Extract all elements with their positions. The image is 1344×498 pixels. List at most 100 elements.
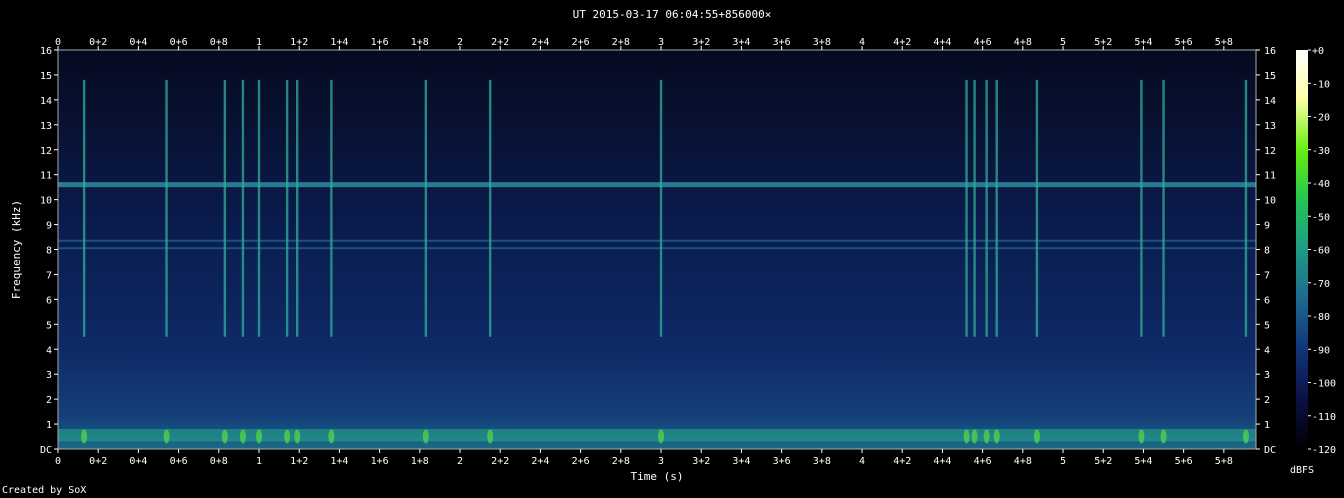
y-tick-label-left: DC: [40, 445, 52, 456]
colorbar-tick-label: -60: [1312, 246, 1330, 257]
x-tick-label-top: 3+2: [692, 37, 710, 48]
x-tick-label-top: 0+8: [210, 37, 228, 48]
click-low-energy: [81, 429, 88, 444]
low-frequency-band: [58, 429, 1256, 442]
x-tick-label-bottom: 1+4: [330, 456, 348, 467]
click-low-energy: [1138, 429, 1145, 444]
x-tick-label-top: 2+8: [612, 37, 630, 48]
y-tick-label-right: DC: [1264, 445, 1276, 456]
y-tick-label-left: 9: [46, 221, 52, 232]
vertical-click: [1035, 79, 1039, 337]
plot-area: [58, 50, 1256, 449]
y-tick-label-left: 6: [46, 295, 52, 306]
click-low-energy: [983, 429, 990, 444]
x-tick-label-top: 3+4: [732, 37, 750, 48]
y-tick-label-right: 6: [1264, 295, 1270, 306]
x-tick-label-top: 0+2: [89, 37, 107, 48]
vertical-click: [985, 79, 988, 337]
vertical-click: [223, 79, 227, 337]
y-tick-label-right: 15: [1264, 71, 1276, 82]
x-tick-label-top: 4+2: [893, 37, 911, 48]
x-tick-label-bottom: 1: [256, 456, 262, 467]
x-tick-label-top: 2+2: [491, 37, 509, 48]
vertical-click: [285, 79, 289, 337]
x-tick-label-bottom: 2: [457, 456, 463, 467]
y-tick-label-right: 7: [1264, 270, 1270, 281]
horizontal-tone-line: [58, 182, 1256, 188]
x-tick-label-top: 3+8: [813, 37, 831, 48]
colorbar-tick-label: -90: [1312, 345, 1330, 356]
x-tick-label-top: 1+6: [371, 37, 389, 48]
colorbar-tick-label: -70: [1312, 279, 1330, 290]
vertical-click: [1244, 79, 1248, 337]
credit-text: Created by SoX: [2, 485, 87, 496]
vertical-click: [165, 79, 168, 337]
x-tick-label-bottom: 2+8: [612, 456, 630, 467]
x-tick-label-top: 5+2: [1094, 37, 1112, 48]
y-tick-label-right: 13: [1264, 121, 1276, 132]
click-low-energy: [1033, 429, 1040, 444]
chart-title: UT 2015-03-17 06:04:55+856000×: [572, 8, 772, 21]
colorbar: +0 -10 -20 -30 -40 -50 -60 -70 -80 -90 -100 -110 -12…: [1290, 46, 1336, 476]
x-tick-label-bottom: 0+2: [89, 456, 107, 467]
click-low-energy: [1242, 429, 1249, 444]
y-tick-label-left: 14: [40, 96, 52, 107]
y-tick-label-right: 2: [1264, 395, 1270, 406]
x-tick-label-top: 4+6: [974, 37, 992, 48]
colorbar-tick-label: -100: [1312, 379, 1336, 390]
colorbar-tick-label: -80: [1312, 312, 1330, 323]
x-tick-label-top: 5+6: [1175, 37, 1193, 48]
y-tick-label-left: 12: [40, 146, 52, 157]
x-tick-label-bottom: 5+8: [1215, 456, 1233, 467]
click-low-energy: [163, 429, 170, 444]
x-tick-label-bottom: 0+8: [210, 456, 228, 467]
y-tick-label-right: 11: [1264, 171, 1276, 182]
colorbar-tick-label: -110: [1312, 412, 1336, 423]
x-tick-label-bottom: 4+2: [893, 456, 911, 467]
x-tick-label-top: 0: [55, 37, 61, 48]
y-tick-label-left: 7: [46, 270, 52, 281]
y-tick-label-left: 15: [40, 71, 52, 82]
vertical-click: [973, 79, 976, 337]
y-tick-label-right: 1: [1264, 420, 1270, 431]
y-tick-label-right: 16: [1264, 46, 1276, 57]
y-tick-label-left: 11: [40, 171, 52, 182]
colorbar-tick-label: -30: [1312, 146, 1330, 157]
click-low-energy: [658, 429, 665, 444]
colorbar-tick-label: -50: [1312, 212, 1330, 223]
x-tick-label-top: 3+6: [773, 37, 791, 48]
vertical-click: [488, 79, 492, 337]
y-tick-label-left: 8: [46, 246, 52, 257]
x-tick-label-bottom: 4: [859, 456, 865, 467]
horizontal-tone-line: [58, 239, 1256, 242]
x-tick-label-bottom: 5+4: [1134, 456, 1152, 467]
colorbar-tick-label: +0: [1312, 46, 1324, 57]
x-tick-label-top: 2: [457, 37, 463, 48]
vertical-click: [295, 79, 299, 337]
x-tick-label-top: 0+6: [170, 37, 188, 48]
x-tick-label-top: 4+4: [933, 37, 951, 48]
x-tick-label-bottom: 0+4: [129, 456, 147, 467]
vertical-click: [1140, 79, 1143, 337]
x-tick-label-top: 1+2: [290, 37, 308, 48]
click-low-energy: [221, 429, 228, 444]
click-low-energy: [1160, 429, 1167, 444]
y-tick-label-left: 1: [46, 420, 52, 431]
y-tick-label-left: 10: [40, 196, 52, 207]
click-low-energy: [422, 429, 429, 444]
x-tick-label-top: 2+4: [531, 37, 549, 48]
x-tick-label-top: 1+8: [411, 37, 429, 48]
y-axis-label: Frequency (kHz): [10, 200, 23, 299]
y-tick-label-left: 16: [40, 46, 52, 57]
colorbar-tick-label: -10: [1312, 79, 1330, 90]
y-tick-label-right: 8: [1264, 246, 1270, 257]
vertical-click: [82, 79, 86, 337]
x-tick-label-bottom: 3: [658, 456, 664, 467]
x-tick-label-bottom: 1+6: [371, 456, 389, 467]
x-tick-label-bottom: 5+2: [1094, 456, 1112, 467]
y-tick-label-right: 14: [1264, 96, 1276, 107]
vertical-click: [257, 79, 261, 337]
x-tick-label-bottom: 3+8: [813, 456, 831, 467]
y-tick-label-right: 9: [1264, 221, 1270, 232]
colorbar-tick-label: -120: [1312, 445, 1336, 456]
